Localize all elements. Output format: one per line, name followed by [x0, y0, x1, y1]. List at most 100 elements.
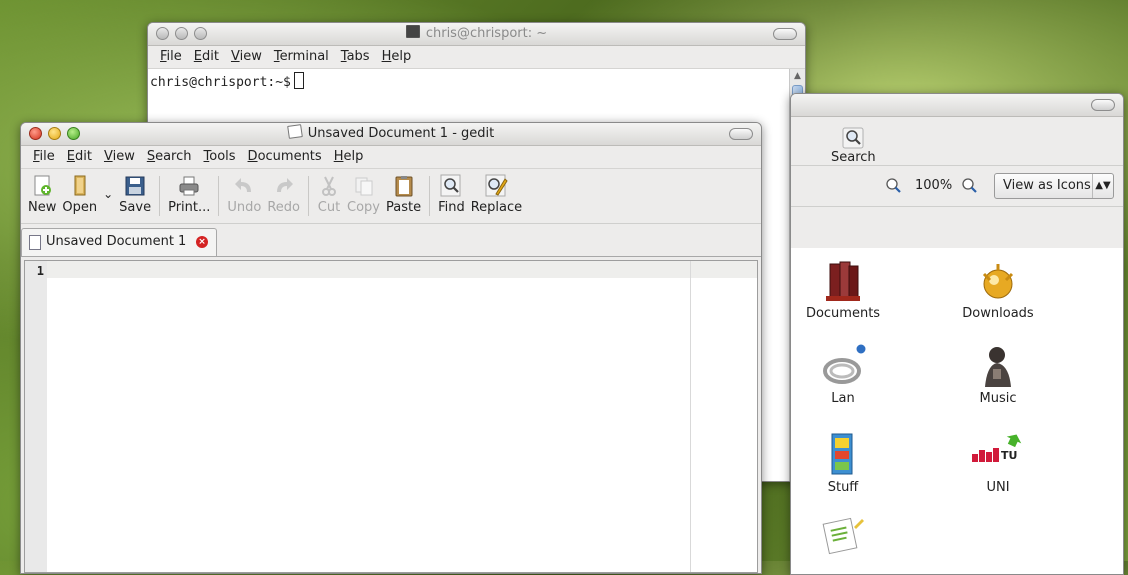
menu-terminal[interactable]: Terminal [274, 46, 329, 68]
menu-edit[interactable]: Edit [194, 46, 219, 68]
find-button[interactable]: Find [435, 169, 468, 215]
folder-downloads[interactable]: Downloads [943, 258, 1053, 321]
menu-help[interactable]: Help [334, 146, 364, 168]
tool-label: Replace [470, 200, 523, 215]
minimize-button[interactable] [48, 127, 61, 140]
replace-button[interactable]: Replace [468, 169, 525, 215]
cut-button[interactable]: Cut [314, 169, 344, 215]
folder-lan[interactable]: Lan [791, 343, 898, 406]
file-manager-titlebar[interactable] [791, 94, 1123, 117]
item-label: Stuff [827, 480, 859, 495]
document-icon [29, 235, 41, 250]
tool-label: Save [119, 200, 152, 215]
gedit-titlebar[interactable]: Unsaved Document 1 - gedit [21, 123, 761, 146]
current-line-highlight [47, 261, 757, 278]
menu-tabs[interactable]: Tabs [341, 46, 370, 68]
search-label: Search [831, 150, 876, 165]
text-editor[interactable]: 1 [24, 260, 758, 573]
document-tabs: Unsaved Document 1 × [21, 224, 761, 257]
item-label: UNI [986, 480, 1010, 495]
tool-label: Paste [386, 200, 422, 215]
gedit-menubar: File Edit View Search Tools Documents He… [21, 146, 761, 169]
recent-files-dropdown[interactable]: ⌄ [100, 169, 116, 201]
shade-button[interactable] [1091, 99, 1115, 111]
item-label: Music [979, 391, 1017, 406]
file-manager-toolbar: Search [791, 117, 1123, 166]
file-manager-window[interactable]: Search 100% View as Icons ▲▼ Documents D… [790, 93, 1124, 575]
shade-button[interactable] [773, 28, 797, 40]
menu-view[interactable]: View [104, 146, 135, 168]
close-tab-icon[interactable]: × [196, 236, 208, 248]
clipboard-icon [392, 174, 416, 198]
open-folder-icon [68, 174, 92, 198]
maximize-button[interactable] [194, 27, 207, 40]
tu-graz-logo-icon: TU [972, 432, 1022, 478]
terminal-titlebar[interactable]: chris@chrisport: ~ [148, 23, 805, 46]
network-cable-icon [820, 343, 866, 389]
new-document-icon [30, 174, 54, 198]
shade-button[interactable] [729, 128, 753, 140]
menu-file[interactable]: File [33, 146, 55, 168]
folder-stuff[interactable]: Stuff [791, 432, 898, 495]
close-button[interactable] [29, 127, 42, 140]
menu-view[interactable]: View [231, 46, 262, 68]
zoom-bar: 100% View as Icons ▲▼ [791, 166, 1123, 207]
print-button[interactable]: Print... [165, 169, 213, 215]
scissors-icon [317, 174, 341, 198]
tool-label: Copy [347, 200, 380, 215]
line-number-gutter: 1 [25, 261, 47, 572]
tool-label: Print... [168, 200, 211, 215]
save-button[interactable]: Save [116, 169, 154, 215]
tab-unsaved-document-1[interactable]: Unsaved Document 1 × [21, 228, 217, 256]
music-folder-icon [975, 343, 1021, 389]
zoom-out-icon[interactable] [885, 177, 903, 195]
search-icon [842, 127, 864, 149]
uni-logo-text: TU [1001, 449, 1017, 462]
text-document-icon [820, 513, 866, 559]
zoom-in-icon[interactable] [961, 177, 979, 195]
menu-help[interactable]: Help [382, 46, 412, 68]
paste-button[interactable]: Paste [383, 169, 424, 215]
undo-button[interactable]: Undo [224, 169, 264, 215]
redo-button[interactable]: Redo [264, 169, 303, 215]
save-disk-icon [123, 174, 147, 198]
find-icon [439, 174, 463, 198]
item-label: Lan [831, 391, 855, 406]
menu-documents[interactable]: Documents [248, 146, 322, 168]
menu-tools[interactable]: Tools [204, 146, 236, 168]
tool-label: Open [62, 200, 98, 215]
tab-label: Unsaved Document 1 [46, 234, 187, 249]
menu-file[interactable]: File [160, 46, 182, 68]
view-mode-value: View as Icons [1003, 178, 1091, 193]
open-button[interactable]: Open [59, 169, 100, 215]
zoom-level: 100% [915, 178, 953, 193]
file-icon-view[interactable]: Documents Downloads Lan Music Stuff TU U… [791, 248, 1123, 574]
tool-label: Redo [267, 200, 301, 215]
right-margin-line [690, 261, 691, 572]
folder-music[interactable]: Music [943, 343, 1053, 406]
undo-icon [232, 174, 256, 198]
terminal-title: chris@chrisport: ~ [425, 26, 548, 41]
close-button[interactable] [156, 27, 169, 40]
shell-prompt: chris@chrisport:~$ [150, 75, 291, 90]
search-button[interactable]: Search [831, 123, 876, 165]
file-document[interactable] [791, 513, 898, 561]
copy-button[interactable]: Copy [344, 169, 383, 215]
folder-documents[interactable]: Documents [791, 258, 898, 321]
chevron-up-down-icon: ▲▼ [1092, 174, 1113, 198]
gedit-toolbar: New Open ⌄ Save Print... Undo Redo Cut C… [21, 169, 761, 224]
menu-edit[interactable]: Edit [67, 146, 92, 168]
chevron-down-icon: ⌄ [103, 187, 114, 201]
minimize-button[interactable] [175, 27, 188, 40]
folder-uni[interactable]: TU UNI [943, 432, 1053, 495]
new-button[interactable]: New [25, 169, 59, 215]
item-label: Documents [805, 306, 881, 321]
view-mode-select[interactable]: View as Icons ▲▼ [994, 173, 1114, 199]
tool-label: Find [438, 200, 465, 215]
maximize-button[interactable] [67, 127, 80, 140]
gedit-title: Unsaved Document 1 - gedit [307, 126, 495, 141]
gedit-window[interactable]: Unsaved Document 1 - gedit File Edit Vie… [20, 122, 762, 574]
menu-search[interactable]: Search [147, 146, 192, 168]
documents-folder-icon [820, 258, 866, 304]
scroll-up-icon[interactable]: ▲ [790, 69, 805, 83]
